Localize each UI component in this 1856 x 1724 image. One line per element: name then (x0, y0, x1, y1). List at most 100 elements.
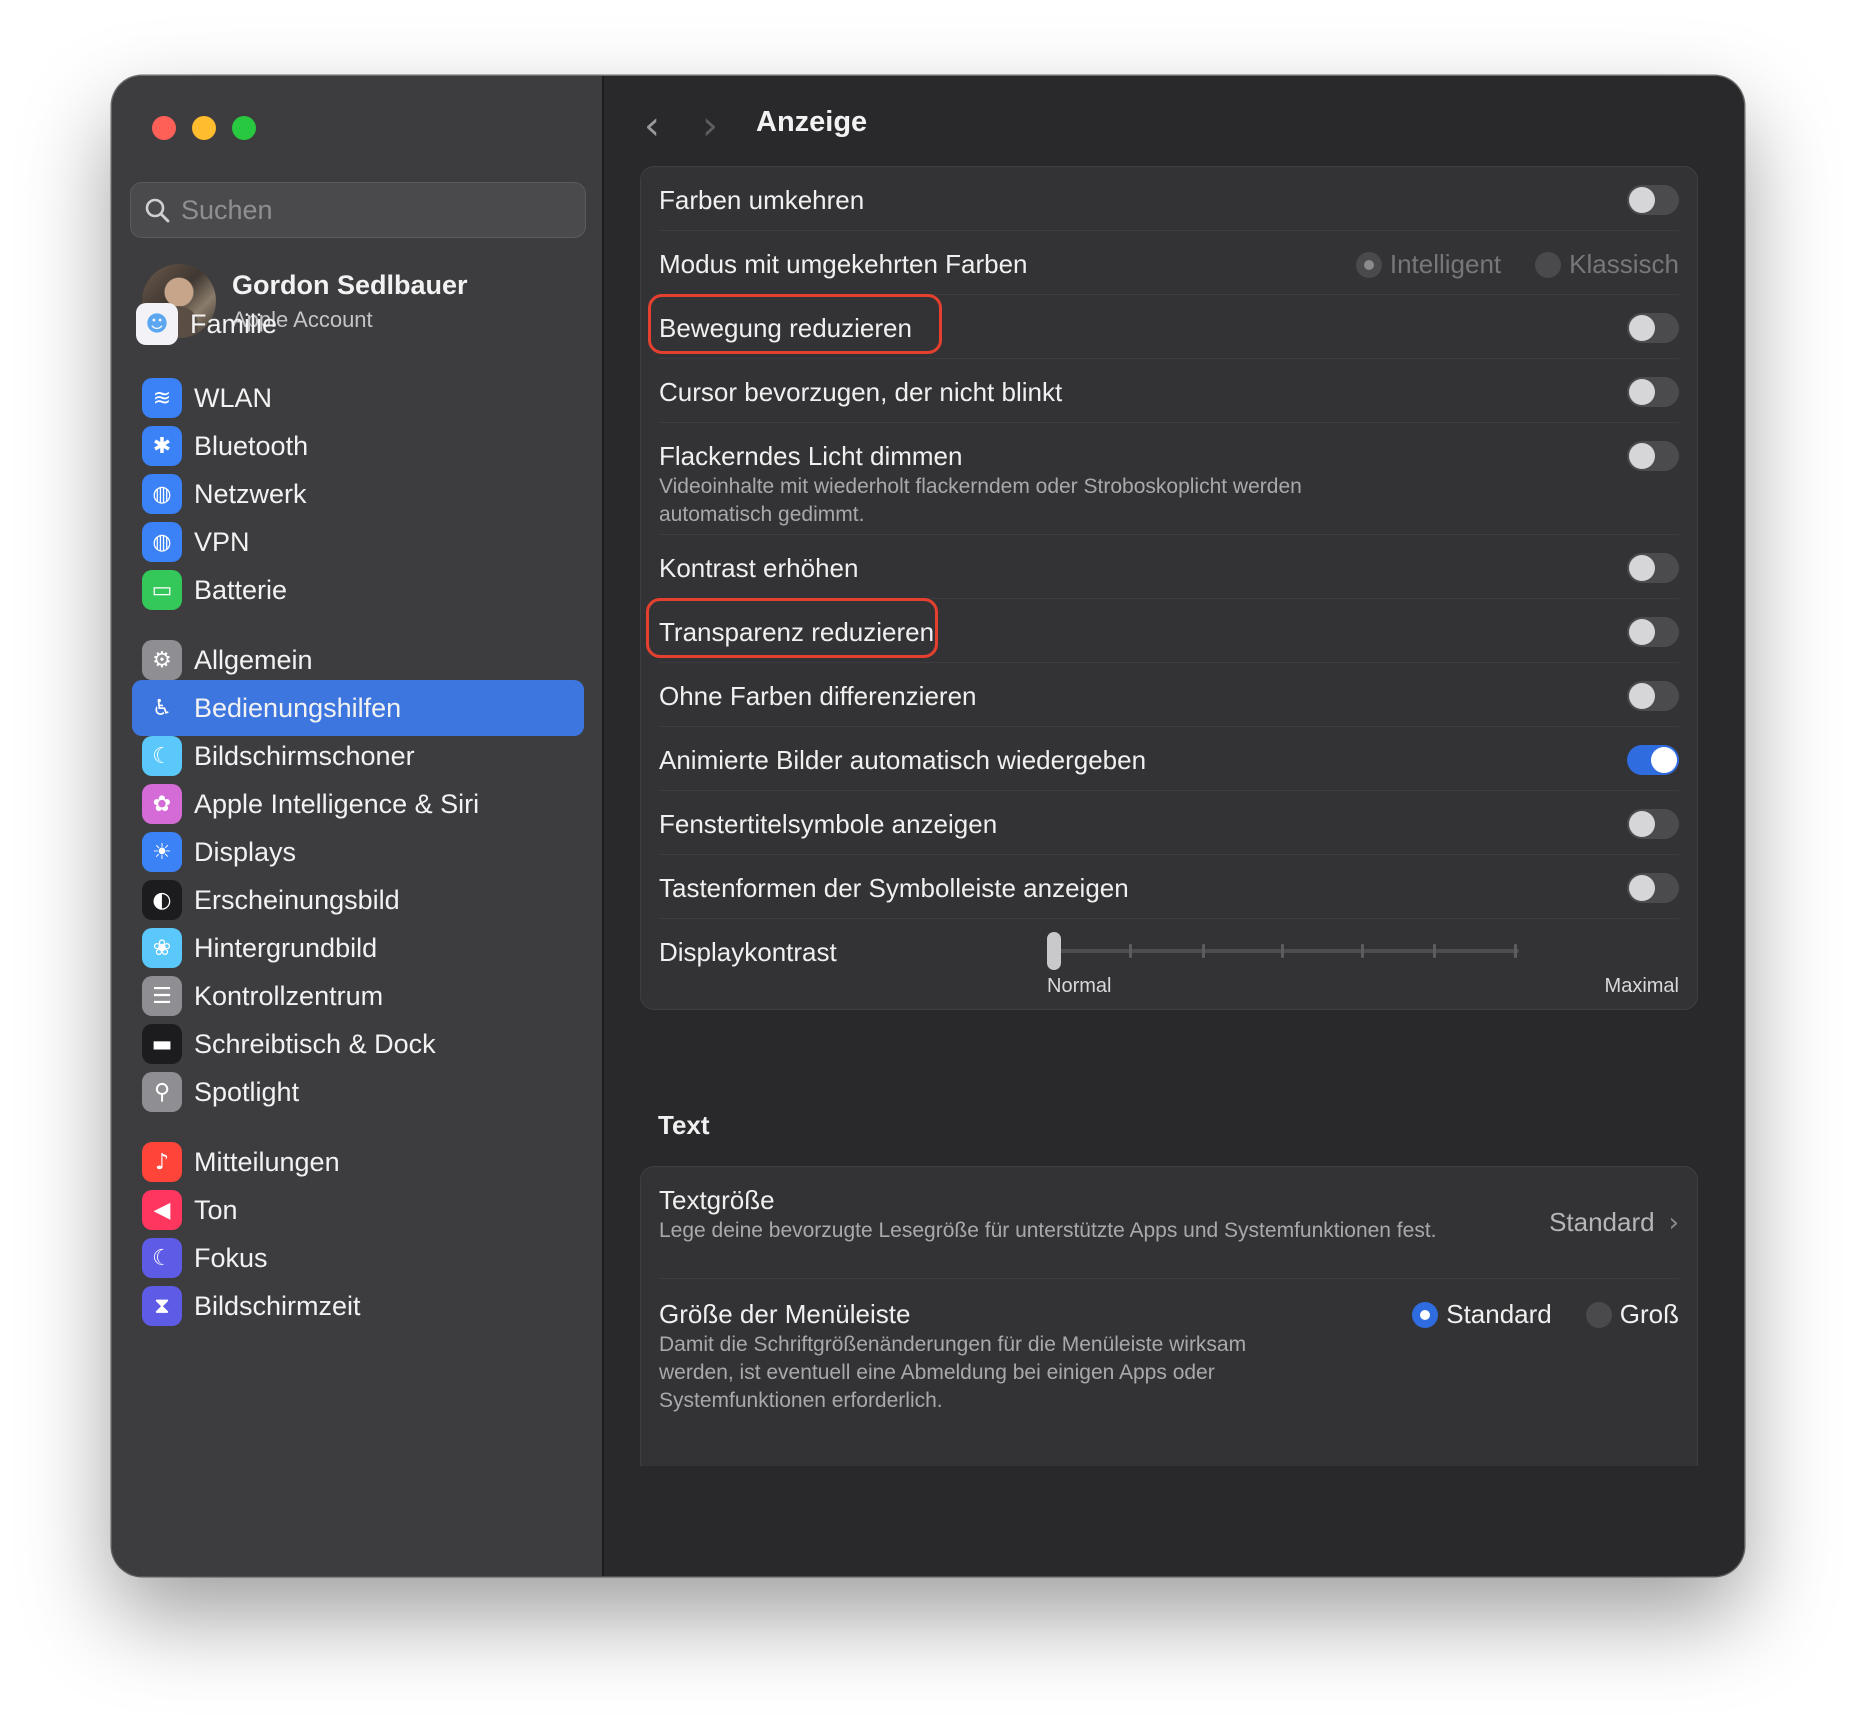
row-autoplay-animated: Animierte Bilder automatisch wiedergeben (659, 727, 1679, 791)
row-differentiate-without-color: Ohne Farben differenzieren (659, 663, 1679, 727)
row-toolbar-button-shapes: Tastenformen der Symbolleiste anzeigen (659, 855, 1679, 919)
sidebar-item-label: Fokus (194, 1242, 268, 1273)
slider-tick (1129, 944, 1132, 958)
row-display-contrast: Displaykontrast Normal Maximal (659, 919, 1679, 1011)
toolbar-button-shapes-toggle[interactable] (1627, 873, 1679, 903)
search-field[interactable] (130, 182, 586, 238)
row-dim-flashing: Flackerndes Licht dimmen Videoinhalte mi… (659, 423, 1679, 535)
sidebar-item-bildschirmzeit[interactable]: ⧗ Bildschirmzeit (132, 1278, 584, 1334)
contrast-min-label: Normal (1047, 975, 1112, 997)
reduce-motion-label: Bewegung reduzieren (659, 313, 912, 343)
row-non-blinking-cursor: Cursor bevorzugen, der nicht blinkt (659, 359, 1679, 423)
slider-tick (1514, 944, 1517, 958)
autoplay-animated-label: Animierte Bilder automatisch wiedergeben (659, 745, 1147, 775)
differentiate-without-color-toggle[interactable] (1627, 681, 1679, 711)
sidebar-item-label: Erscheinungsbild (194, 884, 400, 915)
control-center-icon: ☰ (142, 976, 182, 1016)
sidebar-item-label: Displays (194, 836, 297, 867)
reduce-transparency-toggle[interactable] (1627, 617, 1679, 647)
gear-icon: ⚙ (142, 640, 182, 680)
zoom-window-button[interactable] (232, 116, 256, 140)
slider-thumb[interactable] (1047, 932, 1061, 970)
radio-menubar-standard[interactable]: Standard (1412, 1299, 1552, 1330)
sidebar-item-label: Ton (194, 1194, 238, 1225)
sun-icon: ☀ (142, 832, 182, 872)
toolbar: ‹ › Anzeige (604, 76, 1744, 176)
row-invert-mode: Modus mit umgekehrten Farben Intelligent… (659, 231, 1679, 295)
hourglass-icon: ⧗ (142, 1286, 182, 1326)
window-title-icons-toggle[interactable] (1627, 809, 1679, 839)
sidebar-item-label: Bildschirmschoner (194, 740, 415, 771)
window-controls (152, 116, 256, 140)
non-blinking-cursor-toggle[interactable] (1627, 377, 1679, 407)
dim-flashing-toggle[interactable] (1627, 441, 1679, 471)
back-chevron-icon[interactable]: ‹ (644, 106, 660, 146)
menubar-size-description: Damit die Schriftgrößenänderungen für di… (659, 1333, 1247, 1412)
sidebar-item-label: Bildschirmzeit (194, 1290, 361, 1321)
search-icon (145, 198, 170, 223)
radio-klassisch[interactable]: Klassisch (1535, 249, 1679, 280)
sidebar: Gordon Sedlbauer Apple Account ☻ Familie… (112, 76, 604, 1576)
minimize-window-button[interactable] (192, 116, 216, 140)
sidebar-item-label: Hintergrundbild (194, 932, 378, 963)
dock-icon: ▬ (142, 1024, 182, 1064)
appearance-icon: ◐ (142, 880, 182, 920)
radio-intelligent[interactable]: Intelligent (1355, 249, 1501, 280)
invert-mode-label: Modus mit umgekehrten Farben (659, 249, 1028, 279)
differentiate-without-color-label: Ohne Farben differenzieren (659, 681, 977, 711)
sidebar-item-label: Batterie (194, 574, 288, 605)
bluetooth-icon: ✱ (142, 426, 182, 466)
bell-icon: ♪ (142, 1142, 182, 1182)
invert-colors-label: Farben umkehren (659, 185, 865, 215)
sidebar-item-label: Bedienungshilfen (194, 692, 402, 723)
reduce-transparency-label: Transparenz reduzieren (659, 617, 935, 647)
sidebar-item-familie[interactable]: ☻ Familie (126, 296, 578, 352)
text-settings-group: Textgröße Lege deine bevorzugte Lesegröß… (640, 1166, 1698, 1466)
menubar-size-radio-group: Standard Groß (1378, 1299, 1679, 1330)
sidebar-item-label: Allgemein (194, 644, 313, 675)
contrast-max-label: Maximal (1604, 975, 1679, 997)
slider-tick (1202, 944, 1205, 958)
sidebar-item-label: Kontrollzentrum (194, 980, 384, 1011)
increase-contrast-label: Kontrast erhöhen (659, 553, 859, 583)
slider-tick (1281, 944, 1284, 958)
sidebar-item-label: Spotlight (194, 1076, 300, 1107)
spotlight-search-icon: ⚲ (142, 1072, 182, 1112)
row-reduce-motion: Bewegung reduzieren (659, 295, 1679, 359)
row-text-size[interactable]: Textgröße Lege deine bevorzugte Lesegröß… (659, 1167, 1679, 1279)
sidebar-item-label: Bluetooth (194, 430, 309, 461)
sidebar-item-label: Mitteilungen (194, 1146, 340, 1177)
screensaver-icon: ☾ (142, 736, 182, 776)
main-pane: ‹ › Anzeige Farben umkehren Modus mit um… (604, 76, 1744, 1576)
sidebar-item-spotlight[interactable]: ⚲ Spotlight (132, 1064, 584, 1120)
flower-icon: ❀ (142, 928, 182, 968)
wifi-icon: ≋ (142, 378, 182, 418)
sidebar-item-batterie[interactable]: ▭ Batterie (132, 562, 584, 618)
settings-window: Gordon Sedlbauer Apple Account ☻ Familie… (112, 76, 1744, 1576)
globe-icon: ◍ (142, 474, 182, 514)
sidebar-item-label: Familie (190, 308, 278, 339)
row-invert-colors: Farben umkehren (659, 167, 1679, 231)
row-window-title-icons: Fenstertitelsymbole anzeigen (659, 791, 1679, 855)
text-size-description: Lege deine bevorzugte Lesegröße für unte… (659, 1219, 1437, 1242)
forward-chevron-icon[interactable]: › (702, 106, 718, 146)
dim-flashing-description: Videoinhalte mit wiederholt flackerndem … (659, 475, 1302, 526)
search-input[interactable] (181, 194, 561, 226)
section-title-text: Text (658, 1110, 710, 1140)
moon-icon: ☾ (142, 1238, 182, 1278)
family-icon: ☻ (136, 303, 178, 345)
text-size-value[interactable]: Standard › (1549, 1207, 1679, 1238)
display-settings-group: Farben umkehren Modus mit umgekehrten Fa… (640, 166, 1698, 1010)
radio-menubar-gross[interactable]: Groß (1585, 1299, 1679, 1330)
menubar-size-label: Größe der Menüleiste (659, 1299, 911, 1329)
increase-contrast-toggle[interactable] (1627, 553, 1679, 583)
sidebar-item-label: VPN (194, 526, 250, 557)
invert-mode-radio-group: Intelligent Klassisch (1322, 249, 1679, 280)
window-title-icons-label: Fenstertitelsymbole anzeigen (659, 809, 998, 839)
display-contrast-slider[interactable] (1047, 931, 1519, 971)
invert-colors-toggle[interactable] (1627, 185, 1679, 215)
text-size-label: Textgröße (659, 1185, 775, 1215)
close-window-button[interactable] (152, 116, 176, 140)
reduce-motion-toggle[interactable] (1627, 313, 1679, 343)
autoplay-animated-toggle[interactable] (1627, 745, 1679, 775)
